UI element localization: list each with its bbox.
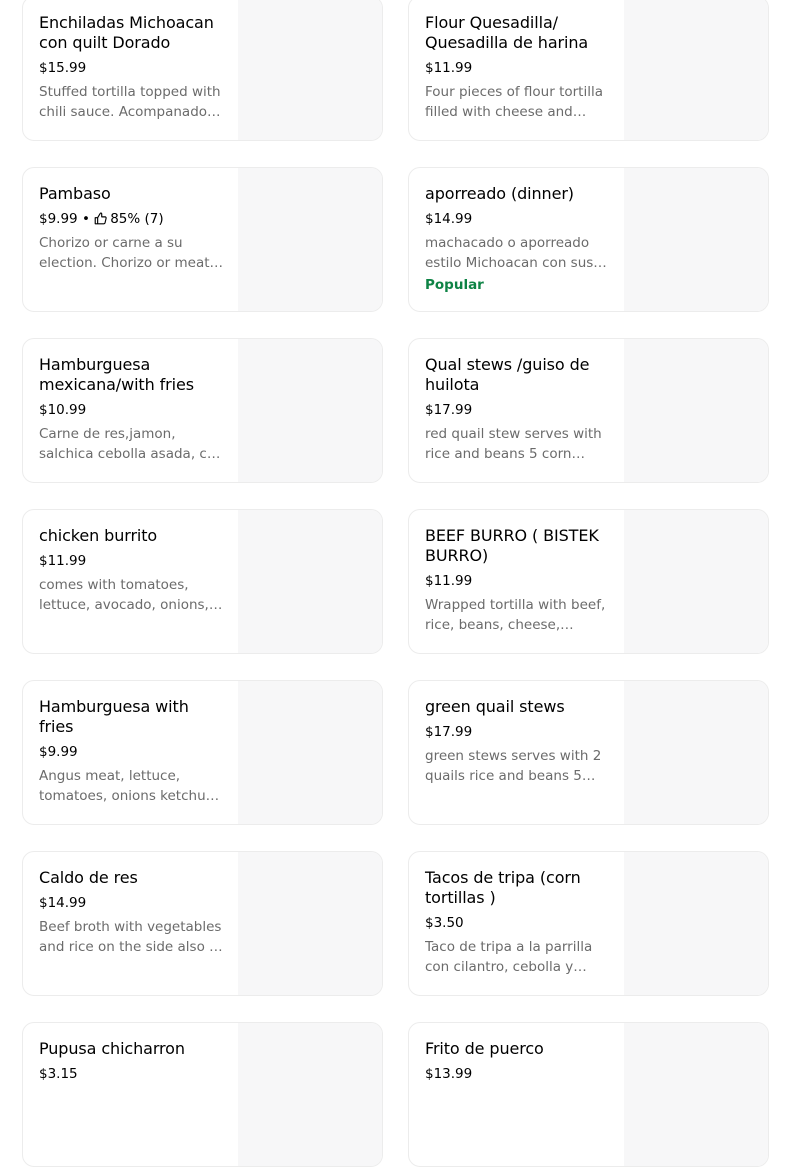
item-price: $17.99: [425, 402, 473, 418]
item-description: Wrapped tortilla with beef, rice, beans,…: [425, 597, 606, 633]
item-price-rating: $9.99 • 85% (7): [39, 209, 225, 229]
item-price: $17.99: [425, 724, 473, 740]
menu-item-info: Hamburguesa mexicana/with fries $10.99 C…: [39, 355, 225, 464]
item-price: $14.99: [425, 211, 473, 227]
item-name: Enchiladas Michoacan con quilt Dorado: [39, 13, 214, 52]
separator-dot: •: [77, 211, 95, 227]
item-name: Qual stews /guiso de huilota: [425, 355, 590, 394]
item-price: $13.99: [425, 1066, 473, 1082]
menu-item-card[interactable]: Enchiladas Michoacan con quilt Dorado $1…: [22, 0, 383, 141]
item-description: green stews serves with 2 quails rice an…: [425, 748, 602, 784]
item-image-placeholder: [624, 510, 768, 653]
item-price: $3.15: [39, 1066, 78, 1082]
menu-item-info: Pambaso $9.99 • 85% (7) Chorizo or carne…: [39, 184, 225, 273]
item-price: $11.99: [425, 573, 473, 589]
menu-item-info: Enchiladas Michoacan con quilt Dorado $1…: [39, 13, 225, 122]
item-description: Taco de tripa a la parrilla con cilantro…: [425, 939, 593, 975]
item-name: green quail stews: [425, 697, 565, 716]
item-image-placeholder: [624, 681, 768, 824]
item-price: $9.99: [39, 211, 78, 227]
item-description: Angus meat, lettuce, tomatoes, onions ke…: [39, 768, 219, 804]
menu-item-card[interactable]: Frito de puerco $13.99: [408, 1022, 769, 1167]
menu-item-card[interactable]: green quail stews $17.99 green stews ser…: [408, 680, 769, 825]
menu-item-card[interactable]: Hamburguesa mexicana/with fries $10.99 C…: [22, 338, 383, 483]
item-name: Pupusa chicharron: [39, 1039, 185, 1058]
item-price: $3.50: [425, 915, 464, 931]
menu-item-card[interactable]: Pambaso $9.99 • 85% (7) Chorizo or carne…: [22, 167, 383, 312]
menu-item-info: aporreado (dinner) $14.99 machacado o ap…: [425, 184, 611, 295]
item-price: $15.99: [39, 60, 87, 76]
menu-item-card[interactable]: BEEF BURRO ( BISTEK BURRO) $11.99 Wrappe…: [408, 509, 769, 654]
menu-item-info: chicken burrito $11.99 comes with tomato…: [39, 526, 225, 615]
menu-item-info: Pupusa chicharron $3.15: [39, 1039, 225, 1084]
thumbs-up-icon: [94, 212, 107, 225]
menu-item-info: Frito de puerco $13.99: [425, 1039, 611, 1084]
item-description: red quail stew serves with rice and bean…: [425, 426, 602, 462]
menu-item-card[interactable]: chicken burrito $11.99 comes with tomato…: [22, 509, 383, 654]
menu-item-info: Tacos de tripa (corn tortillas ) $3.50 T…: [425, 868, 611, 977]
item-image-placeholder: [624, 0, 768, 140]
item-name: Hamburguesa with fries: [39, 697, 189, 736]
popular-badge: Popular: [425, 277, 484, 293]
item-image-placeholder: [238, 339, 382, 482]
menu-item-card[interactable]: aporreado (dinner) $14.99 machacado o ap…: [408, 167, 769, 312]
item-description: Stuffed tortilla topped with chili sauce…: [39, 84, 221, 120]
item-image-placeholder: [624, 339, 768, 482]
item-name: Hamburguesa mexicana/with fries: [39, 355, 194, 394]
item-description: machacado o aporreado estilo Michoacan c…: [425, 235, 607, 271]
item-image-placeholder: [238, 852, 382, 995]
menu-item-card[interactable]: Pupusa chicharron $3.15: [22, 1022, 383, 1167]
item-name: Frito de puerco: [425, 1039, 544, 1058]
item-name: aporreado (dinner): [425, 184, 574, 203]
item-description: comes with tomatoes, lettuce, avocado, o…: [39, 577, 209, 613]
item-image-placeholder: [238, 0, 382, 140]
menu-item-card[interactable]: Flour Quesadilla/ Quesadilla de harina $…: [408, 0, 769, 141]
item-description: Four pieces of flour tortilla filled wit…: [425, 84, 604, 120]
item-name: Tacos de tripa (corn tortillas ): [425, 868, 581, 907]
item-name: Pambaso: [39, 184, 111, 203]
menu-item-card[interactable]: Tacos de tripa (corn tortillas ) $3.50 T…: [408, 851, 769, 996]
menu-item-info: green quail stews $17.99 green stews ser…: [425, 697, 611, 786]
item-image-placeholder: [624, 852, 768, 995]
item-description: Chorizo or carne a su election. Chorizo …: [39, 235, 210, 271]
item-image-placeholder: [624, 168, 768, 311]
menu-item-info: Qual stews /guiso de huilota $17.99 red …: [425, 355, 611, 464]
item-price: $10.99: [39, 402, 87, 418]
item-price: $14.99: [39, 895, 87, 911]
item-description: Beef broth with vegetables and rice on t…: [39, 919, 222, 955]
item-image-placeholder: [624, 1023, 768, 1166]
menu-item-card[interactable]: Qual stews /guiso de huilota $17.99 red …: [408, 338, 769, 483]
menu-item-info: Caldo de res $14.99 Beef broth with vege…: [39, 868, 225, 957]
menu-item-info: BEEF BURRO ( BISTEK BURRO) $11.99 Wrappe…: [425, 526, 611, 635]
item-image-placeholder: [238, 681, 382, 824]
menu-item-card[interactable]: Hamburguesa with fries $9.99 Angus meat,…: [22, 680, 383, 825]
item-image-placeholder: [238, 168, 382, 311]
item-name: Caldo de res: [39, 868, 138, 887]
menu-item-card[interactable]: Caldo de res $14.99 Beef broth with vege…: [22, 851, 383, 996]
item-rating: 85% (7): [110, 211, 164, 227]
item-image-placeholder: [238, 510, 382, 653]
menu-item-info: Flour Quesadilla/ Quesadilla de harina $…: [425, 13, 611, 122]
item-description: Carne de res,jamon, salchica cebolla asa…: [39, 426, 224, 462]
item-price: $11.99: [39, 553, 87, 569]
item-name: Flour Quesadilla/ Quesadilla de harina: [425, 13, 589, 52]
item-price: $11.99: [425, 60, 473, 76]
item-image-placeholder: [238, 1023, 382, 1166]
item-name: BEEF BURRO ( BISTEK BURRO): [425, 526, 599, 565]
item-name: chicken burrito: [39, 526, 158, 545]
menu-item-info: Hamburguesa with fries $9.99 Angus meat,…: [39, 697, 225, 806]
item-price: $9.99: [39, 744, 78, 760]
